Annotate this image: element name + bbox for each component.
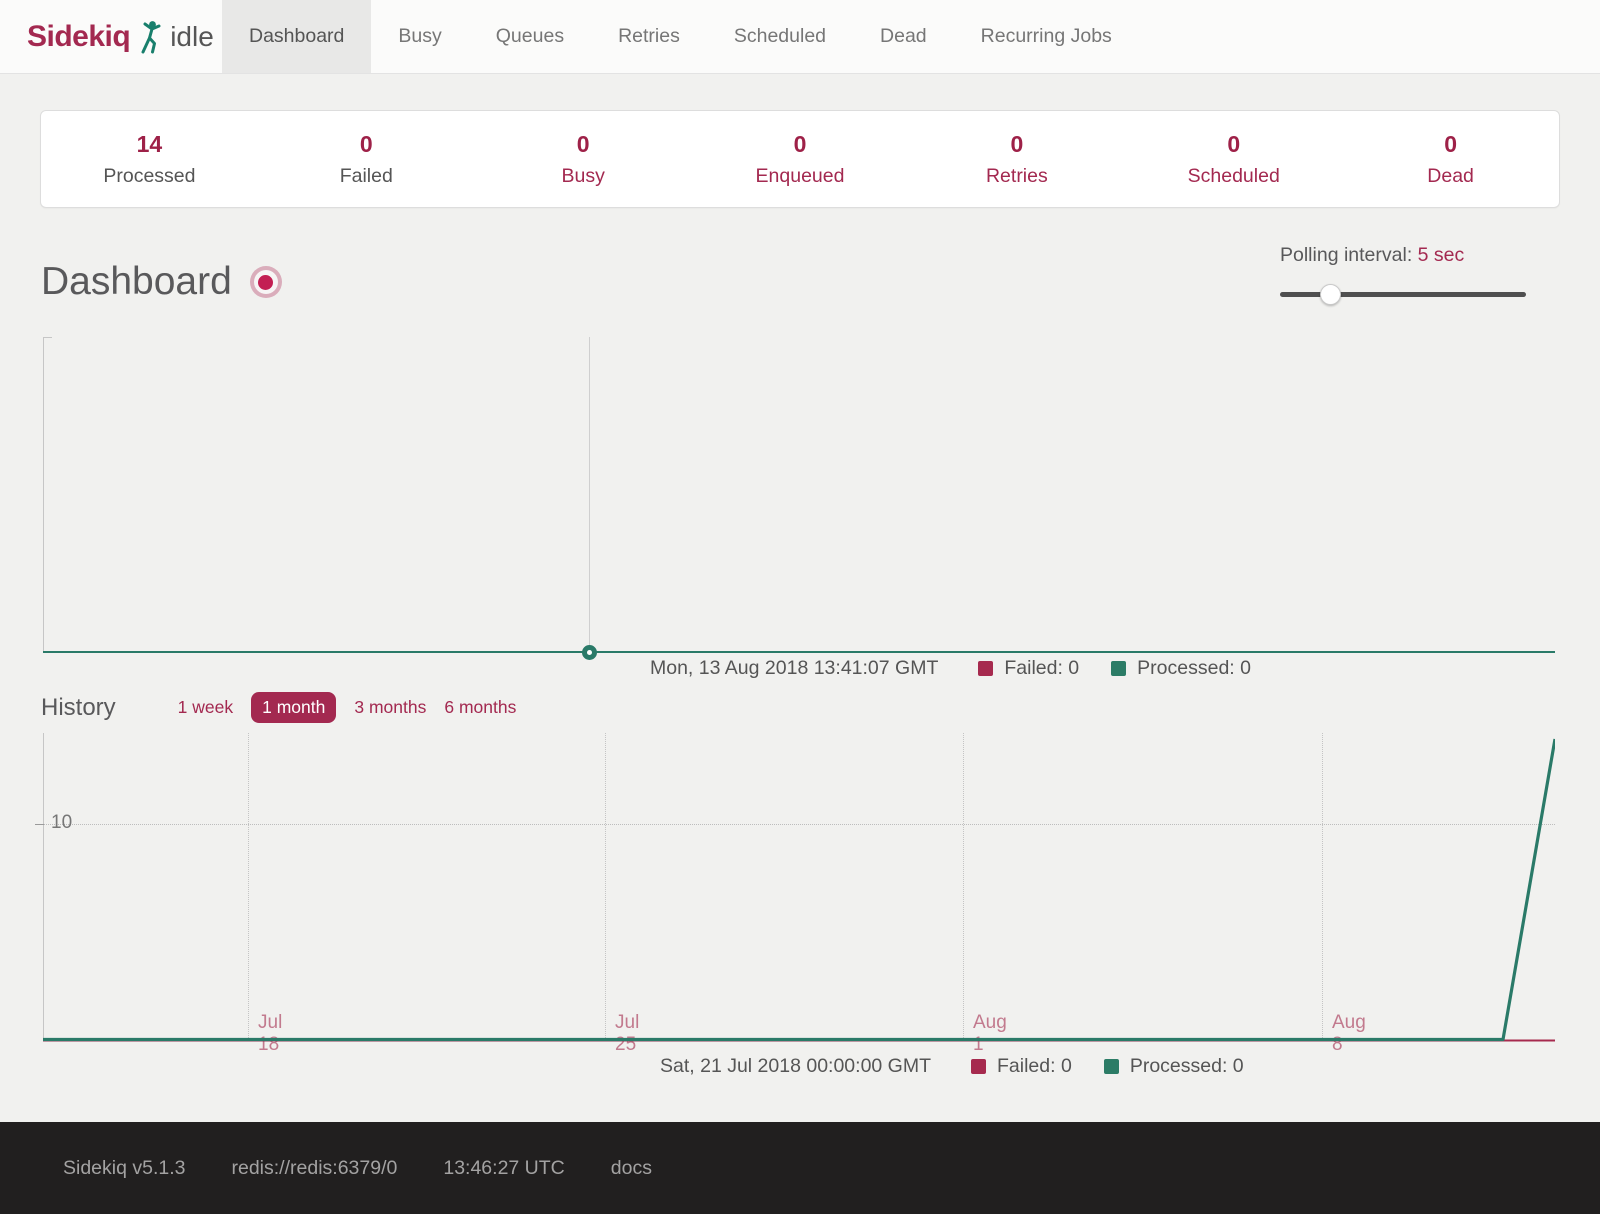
realtime-legend-failed: Failed: 0 — [1004, 657, 1079, 680]
stat-busy-value: 0 — [475, 131, 692, 158]
history-legend-timestamp: Sat, 21 Jul 2018 00:00:00 GMT — [660, 1055, 931, 1078]
top-navbar: Sidekiq idle Dashboard Busy Queues Retri… — [0, 0, 1600, 74]
stat-enqueued-link[interactable]: Enqueued — [692, 165, 909, 188]
realtime-legend-timestamp: Mon, 13 Aug 2018 13:41:07 GMT — [650, 657, 938, 680]
status-text: idle — [170, 21, 214, 53]
tab-scheduled[interactable]: Scheduled — [707, 0, 853, 73]
footer-redis-url: redis://redis:6379/0 — [232, 1157, 398, 1180]
range-1-week[interactable]: 1 week — [178, 697, 233, 718]
runner-icon — [138, 20, 164, 54]
stat-retries-value: 0 — [908, 131, 1125, 158]
stat-scheduled: 0 Scheduled — [1125, 131, 1342, 188]
slider-track[interactable] — [1280, 292, 1526, 297]
range-1-month[interactable]: 1 month — [251, 692, 336, 723]
polling-label-text: Polling interval: — [1280, 244, 1412, 266]
page-title-text: Dashboard — [41, 260, 232, 304]
tab-dashboard[interactable]: Dashboard — [222, 0, 371, 73]
realtime-legend: Mon, 13 Aug 2018 13:41:07 GMT Failed: 0 … — [650, 654, 1251, 682]
tab-queues[interactable]: Queues — [469, 0, 591, 73]
stat-dead-value: 0 — [1342, 131, 1559, 158]
history-legend: Sat, 21 Jul 2018 00:00:00 GMT Failed: 0 … — [660, 1052, 1244, 1080]
realtime-y-axis — [43, 337, 44, 653]
stat-retries-link[interactable]: Retries — [908, 165, 1125, 188]
stat-processed-label: Processed — [41, 165, 258, 188]
realtime-hover-marker — [582, 645, 597, 660]
failed-swatch-icon — [978, 661, 993, 676]
footer: Sidekiq v5.1.3 redis://redis:6379/0 13:4… — [0, 1122, 1600, 1214]
realtime-processed-line — [43, 651, 1555, 653]
failed-swatch-icon — [971, 1059, 986, 1074]
stat-processed-value: 14 — [41, 131, 258, 158]
stat-failed-label: Failed — [258, 165, 475, 188]
stat-enqueued: 0 Enqueued — [692, 131, 909, 188]
nav-tabs: Dashboard Busy Queues Retries Scheduled … — [222, 0, 1139, 73]
tab-dead[interactable]: Dead — [853, 0, 954, 73]
stat-failed: 0 Failed — [258, 131, 475, 188]
realtime-legend-processed: Processed: 0 — [1137, 657, 1251, 680]
footer-version: Sidekiq v5.1.3 — [63, 1157, 186, 1180]
realtime-hover-marker-core — [587, 650, 592, 655]
stat-failed-value: 0 — [258, 131, 475, 158]
tab-retries[interactable]: Retries — [591, 0, 707, 73]
tab-busy[interactable]: Busy — [371, 0, 468, 73]
polling-interval-slider[interactable] — [1280, 284, 1526, 305]
realtime-y-axis-tick — [43, 337, 52, 338]
stat-dead-link[interactable]: Dead — [1342, 165, 1559, 188]
polling-interval-control: Polling interval: 5 sec — [1280, 244, 1526, 305]
polling-interval-label: Polling interval: 5 sec — [1280, 244, 1526, 267]
slider-thumb[interactable] — [1320, 284, 1341, 305]
stat-busy-link[interactable]: Busy — [475, 165, 692, 188]
stat-processed: 14 Processed — [41, 131, 258, 188]
processed-swatch-icon — [1104, 1059, 1119, 1074]
history-processed-line — [43, 739, 1555, 1040]
processed-swatch-icon — [1111, 661, 1126, 676]
history-legend-processed: Processed: 0 — [1130, 1055, 1244, 1078]
brand-link[interactable]: Sidekiq idle — [0, 0, 222, 73]
polling-value-link[interactable]: 5 sec — [1418, 244, 1465, 266]
stat-retries: 0 Retries — [908, 131, 1125, 188]
live-beacon-icon — [250, 266, 282, 298]
stat-enqueued-value: 0 — [692, 131, 909, 158]
range-6-months[interactable]: 6 months — [444, 697, 516, 718]
footer-docs-link[interactable]: docs — [611, 1157, 652, 1180]
stat-scheduled-value: 0 — [1125, 131, 1342, 158]
live-beacon-dot — [258, 275, 273, 290]
stat-scheduled-link[interactable]: Scheduled — [1125, 165, 1342, 188]
stat-busy: 0 Busy — [475, 131, 692, 188]
realtime-hover-cursor-line — [589, 337, 590, 652]
history-series-plot — [43, 733, 1555, 1043]
stat-dead: 0 Dead — [1342, 131, 1559, 188]
page-title: Dashboard — [41, 260, 282, 304]
footer-server-time: 13:46:27 UTC — [443, 1157, 564, 1180]
history-title: History — [41, 694, 116, 722]
summary-stats-card: 14 Processed 0 Failed 0 Busy 0 Enqueued … — [40, 110, 1560, 208]
brand-name: Sidekiq — [27, 20, 130, 54]
history-legend-failed: Failed: 0 — [997, 1055, 1072, 1078]
history-range-selector: 1 week 1 month 3 months 6 months — [178, 692, 517, 723]
tab-recurring-jobs[interactable]: Recurring Jobs — [954, 0, 1139, 73]
range-3-months[interactable]: 3 months — [354, 697, 426, 718]
history-header: History 1 week 1 month 3 months 6 months — [41, 692, 516, 723]
